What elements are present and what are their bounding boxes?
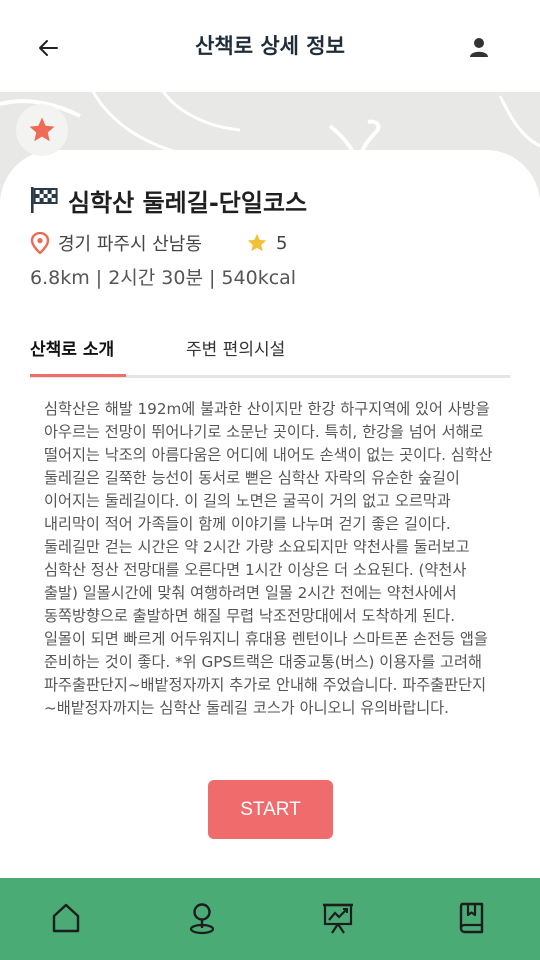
active-tab-indicator [30,374,126,377]
course-stats: 6.8km | 2시간 30분 | 540kcal [30,267,297,289]
bookmark-book-icon[interactable] [454,900,490,936]
course-name: 심학산 둘레길-단일코스 [68,188,308,217]
page-title: 산책로 상세 정보 [195,34,345,58]
tab-nearby-facilities[interactable]: 주변 편의시설 [186,336,285,376]
star-favorite-icon [29,117,55,142]
course-description: 심학산은 해발 192m에 불과한 산이지만 한강 하구지역에 있어 사방을 아… [44,400,493,717]
checkered-flag-icon [31,187,58,213]
course-title-row: 심학산 둘레길-단일코스 [30,182,307,218]
tab-introduction[interactable]: 산책로 소개 [30,336,126,376]
bottom-nav-bar [0,878,540,960]
course-rating: 5 [275,232,288,254]
star-rating-icon [247,233,267,252]
user-icon[interactable] [468,36,490,60]
course-location: 경기 파주시 산남동 [58,234,202,255]
course-meta: 경기 파주시 산남동 5 [30,229,287,257]
map-pin-icon[interactable] [184,900,220,936]
favorite-button[interactable] [16,104,68,156]
chart-board-icon[interactable] [320,900,356,936]
location-pin-icon [30,232,50,254]
app-header: 산책로 상세 정보 [0,0,540,92]
start-button[interactable]: START [208,780,333,839]
tab-bar: 산책로 소개 주변 편의시설 [30,336,510,378]
home-icon[interactable] [48,900,84,936]
